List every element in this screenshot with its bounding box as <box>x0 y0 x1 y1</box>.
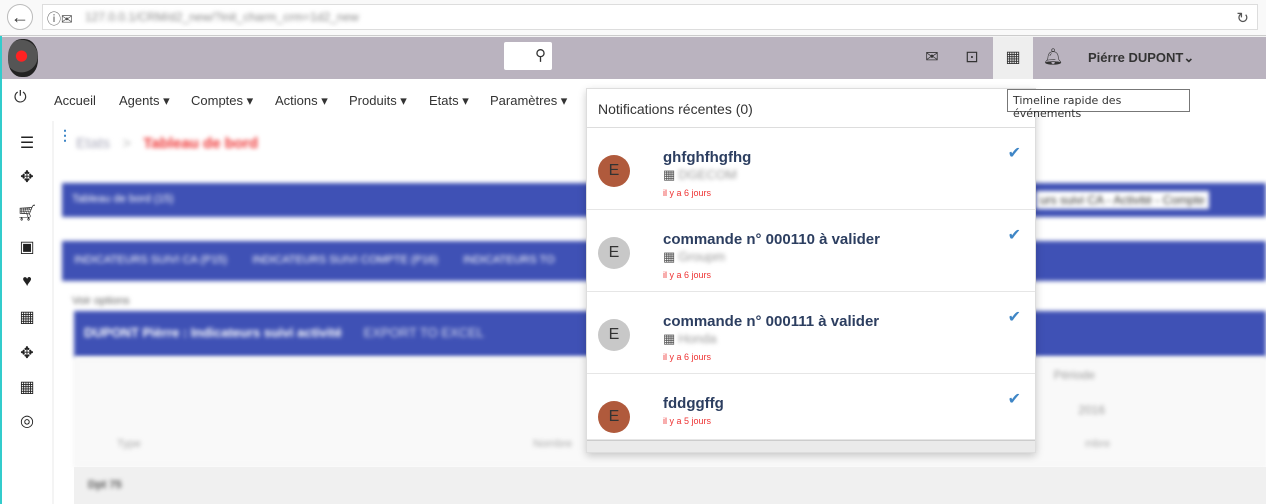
export-excel-button[interactable]: EXPORT TO EXCEL <box>364 325 484 340</box>
avatar: E <box>598 319 630 351</box>
move-icon[interactable]: ✥ <box>16 167 38 187</box>
check-icon[interactable]: ✔ <box>1008 225 1021 245</box>
notification-time: il y a 6 jours <box>663 352 712 362</box>
cart-icon[interactable]: 🛒︎ <box>16 203 38 223</box>
reload-icon[interactable]: ↻ <box>1236 9 1249 27</box>
inbox-icon[interactable]: ⊡ <box>952 37 992 79</box>
col-nombre-2: mbre <box>1085 438 1111 450</box>
notification-title[interactable]: commande n° 000111 à valider <box>663 313 879 330</box>
year-cell: 2016 <box>1078 403 1105 417</box>
col-periode: Période <box>1053 368 1095 382</box>
breadcrumb-sep: > <box>122 135 132 152</box>
company: ▦ Honda <box>663 331 717 347</box>
nav-accueil[interactable]: Accueil <box>54 93 96 108</box>
building-icon: ▦ <box>663 167 676 182</box>
url-text: 127.0.0.1/CRM/d2_new/?init_charm_crm=1d2… <box>85 10 359 24</box>
money-icon[interactable]: ▣ <box>16 237 38 257</box>
notification-item[interactable]: E fddggffg il y a 5 jours ✔ <box>587 374 1035 440</box>
address-bar[interactable]: ⓘ✉ 127.0.0.1/CRM/d2_new/?init_charm_crm=… <box>42 4 1258 30</box>
search-button[interactable]: ⚲ <box>504 42 552 70</box>
tab-other[interactable]: INDICATEURS TO <box>463 254 555 266</box>
user-menu[interactable]: Piérre DUPONT⌄ <box>1088 50 1194 66</box>
nav-comptes[interactable]: Comptes ▾ <box>191 93 253 109</box>
notification-item[interactable]: E commande n° 000110 à valider ▦ Groupm i… <box>587 210 1035 292</box>
nav-actions[interactable]: Actions ▾ <box>275 93 328 109</box>
calendar-icon[interactable]: ▦ <box>993 37 1033 79</box>
col-nombre: Nombre <box>533 438 573 450</box>
notification-item[interactable]: E commande n° 000111 à valider ▦ Honda il… <box>587 292 1035 374</box>
app-header: ⚲ ✉ ⊡ ▦ 🔔︎ Piérre DUPONT⌄ <box>2 37 1266 79</box>
avatar: E <box>598 237 630 269</box>
tab-ca[interactable]: INDICATEURS SUIVI CA (P15) <box>74 254 227 266</box>
chevron-down-icon: ⌄ <box>1183 50 1195 65</box>
notification-time: il y a 6 jours <box>663 188 712 198</box>
heartbeat-icon[interactable]: ♥ <box>16 273 38 291</box>
col-type: Type <box>117 438 141 450</box>
options-link[interactable]: Voir options <box>72 295 129 307</box>
check-icon[interactable]: ✔ <box>1008 307 1021 327</box>
notification-item[interactable]: E ghfghfhgfhg ▦ DGECOM il y a 6 jours ✔ <box>587 128 1035 210</box>
group-row[interactable]: Dpt 75 <box>74 467 1266 504</box>
breadcrumb: Etats > Tableau de bord <box>76 135 258 152</box>
check-icon[interactable]: ✔ <box>1008 143 1021 163</box>
nav-agents[interactable]: Agents ▾ <box>119 93 170 109</box>
envelope-icon[interactable]: ✉ <box>912 37 952 79</box>
nav-produits[interactable]: Produits ▾ <box>349 93 407 109</box>
check-icon[interactable]: ✔ <box>1008 389 1021 409</box>
tooltip: Timeline rapide des événements <box>1007 89 1190 120</box>
breadcrumb-parent[interactable]: Etats <box>76 135 110 152</box>
move-icon[interactable]: ✥ <box>16 343 38 363</box>
tab-compte[interactable]: INDICATEURS SUIVI COMPTE (P16) <box>252 254 438 266</box>
company: ▦ DGECOM <box>663 167 737 183</box>
notification-time: il y a 5 jours <box>663 416 712 426</box>
site-info-icon[interactable]: ⓘ✉ <box>47 9 73 29</box>
menu-icon[interactable]: ☰ <box>16 133 38 153</box>
avatar: E <box>598 401 630 433</box>
company-name: DGECOM <box>678 167 737 182</box>
avatar: E <box>598 155 630 187</box>
calendar-icon[interactable]: ▦ <box>16 307 38 327</box>
company: ▦ Groupm <box>663 249 725 265</box>
breadcrumb-current: Tableau de bord <box>143 135 259 152</box>
browser-toolbar: ← ⓘ✉ 127.0.0.1/CRM/d2_new/?init_charm_cr… <box>0 0 1266 36</box>
group-label: Dpt 75 <box>88 479 122 491</box>
building-icon: ▦ <box>663 331 676 346</box>
bell-icon[interactable]: 🔔︎ <box>1033 37 1073 79</box>
power-icon[interactable]: ⏻ <box>14 89 27 107</box>
notification-time: il y a 6 jours <box>663 270 712 280</box>
back-button[interactable]: ← <box>7 4 33 30</box>
panel-title: DUPONT Pièrre : Indicateurs suivi activi… <box>84 325 342 340</box>
more-icon[interactable]: ⋮ <box>58 127 72 144</box>
notifications-title: Notifications récentes (0) <box>587 89 1035 128</box>
company-name: Groupm <box>678 249 726 264</box>
band-right-title: urs suivi CA - Activité - Compte <box>1036 191 1209 209</box>
notification-title[interactable]: fddggffg <box>663 395 724 412</box>
band-title: Tableau de bord (15) <box>72 193 174 205</box>
target-icon[interactable]: ◎ <box>16 411 38 431</box>
notification-title[interactable]: commande n° 000110 à valider <box>663 231 880 248</box>
app-logo[interactable] <box>8 39 38 77</box>
sidebar: ☰ ✥ 🛒︎ ▣ ♥ ▦ ✥ ▦ ◎ <box>2 121 52 504</box>
building-icon: ▦ <box>663 249 676 264</box>
nav-etats[interactable]: Etats ▾ <box>429 93 469 109</box>
user-name: Piérre DUPONT <box>1088 50 1184 65</box>
grid-icon[interactable]: ▦ <box>16 377 38 397</box>
notifications-dropdown: Notifications récentes (0) E ghfghfhgfhg… <box>586 88 1036 453</box>
notifications-footer <box>587 440 1035 452</box>
notification-title[interactable]: ghfghfhgfhg <box>663 149 751 166</box>
nav-parametres[interactable]: Paramètres ▾ <box>490 93 567 109</box>
company-name: Honda <box>678 331 717 346</box>
search-icon: ⚲ <box>535 47 546 64</box>
